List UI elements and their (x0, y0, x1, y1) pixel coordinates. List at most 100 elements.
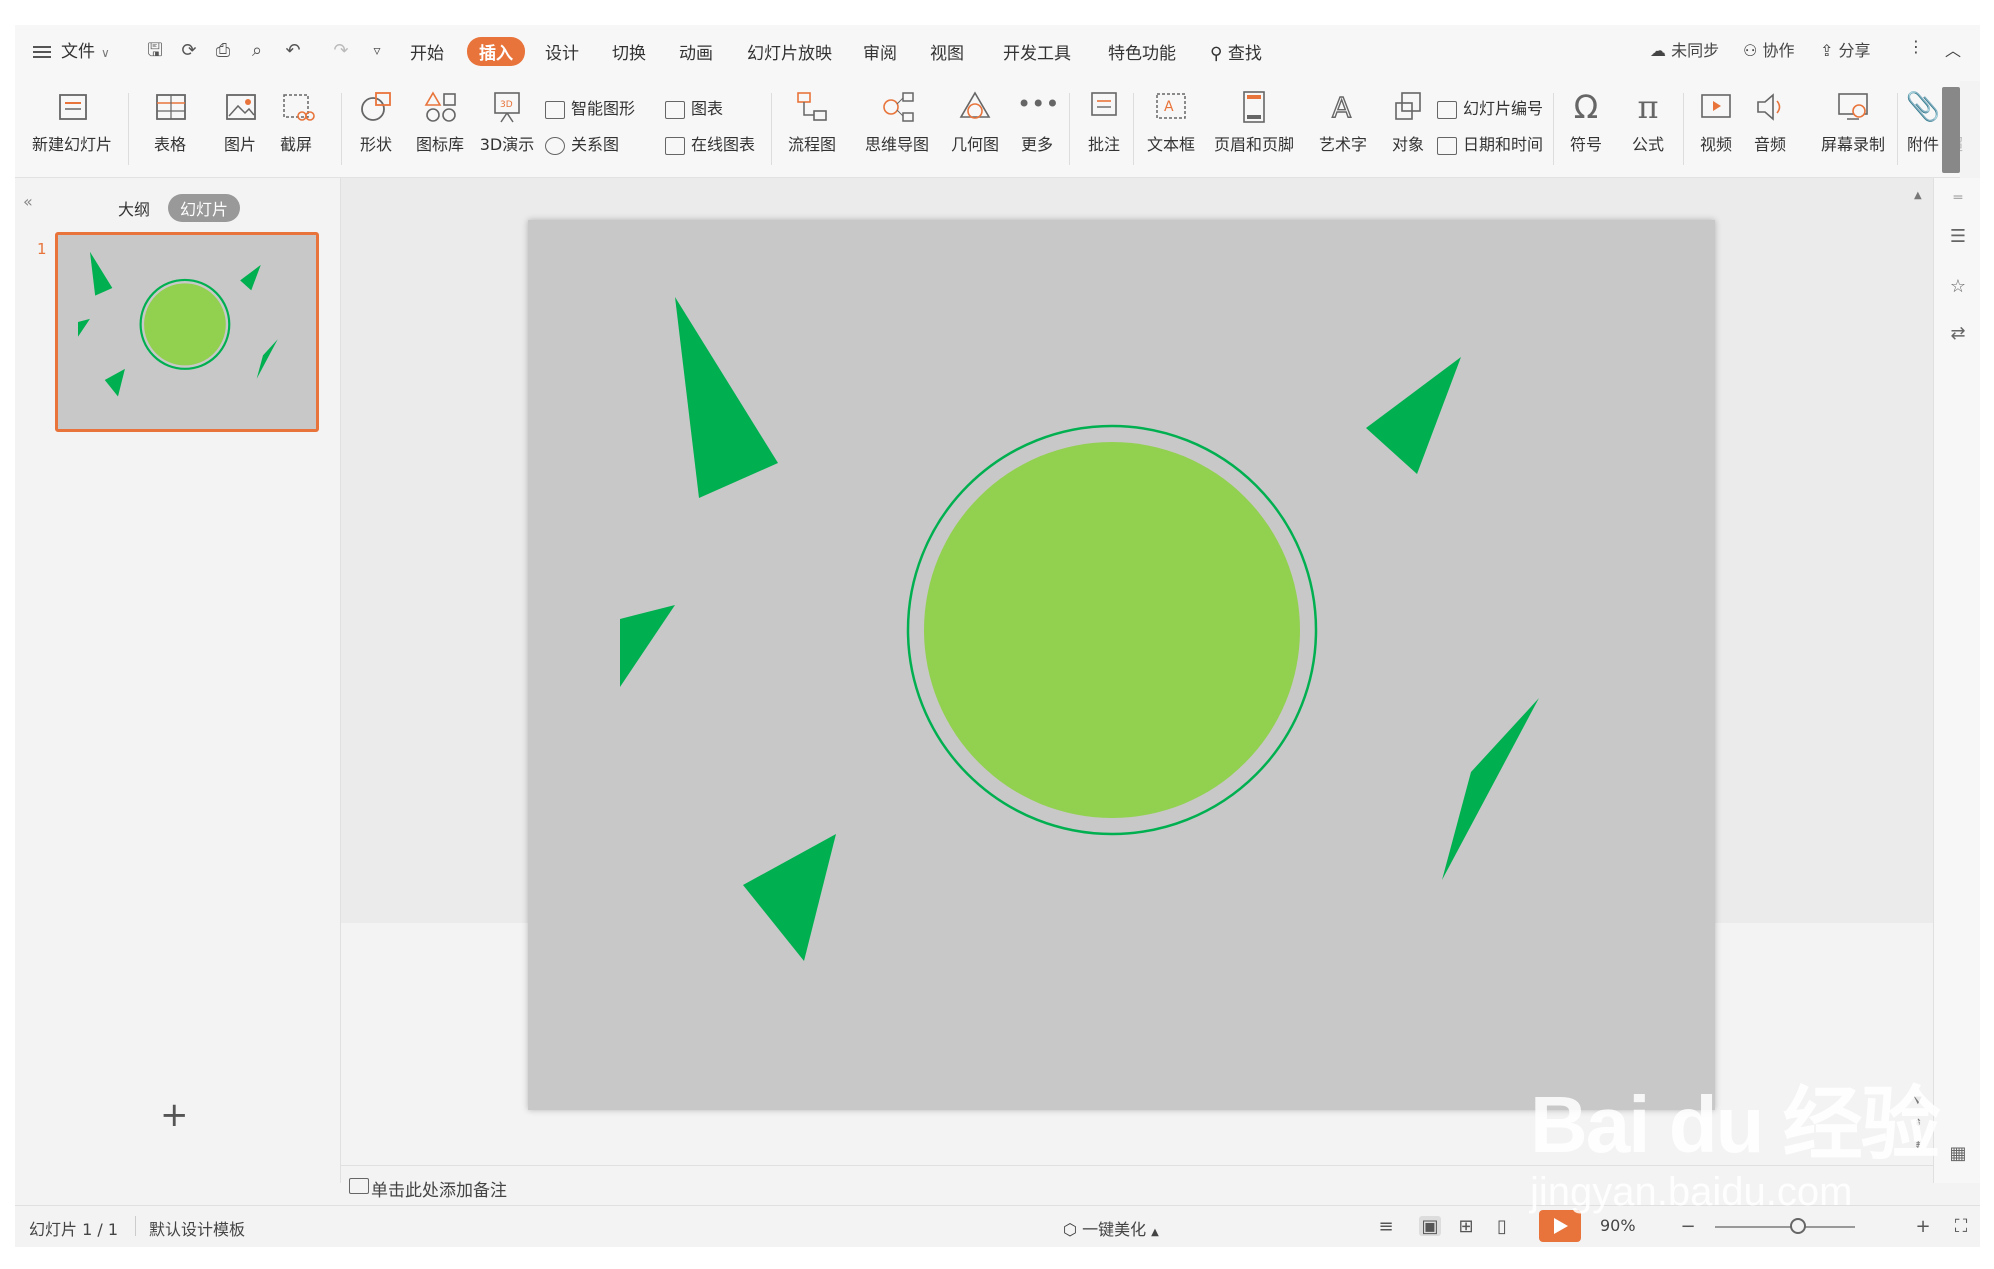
more-button[interactable]: ••• 更多 (1009, 89, 1065, 155)
smart-graphic-button[interactable]: 智能图形 (545, 95, 635, 119)
save-icon[interactable]: 🖫 (143, 39, 167, 63)
online-chart-button[interactable]: 在线图表 (665, 131, 755, 155)
translate-icon[interactable]: ⇄ (1947, 323, 1969, 344)
slide-thumbnail[interactable] (55, 232, 319, 432)
ribbon-divider (1897, 93, 1898, 165)
3d-demo-button[interactable]: 3D 3D演示 (475, 89, 539, 155)
symbol-button[interactable]: Ω 符号 (1561, 89, 1611, 155)
inner-green-circle[interactable] (924, 442, 1300, 818)
green-triangle-top-left[interactable] (675, 297, 778, 498)
audio-button[interactable]: 音频 (1745, 89, 1795, 155)
prev-slide-icon[interactable]: ⇞ (1914, 1118, 1922, 1129)
slide-number-icon (1437, 100, 1457, 119)
paperclip-icon: 📎 (1905, 90, 1941, 123)
tab-review[interactable]: 审阅 (863, 39, 897, 64)
settings-sliders-icon[interactable]: ☰ (1947, 226, 1969, 247)
zoom-out-icon[interactable]: − (1677, 1216, 1699, 1237)
comment-button[interactable]: 批注 (1079, 89, 1129, 155)
table-button[interactable]: 表格 (145, 89, 195, 155)
ribbon-divider (1133, 93, 1134, 165)
header-footer-button[interactable]: 页眉和页脚 (1211, 89, 1297, 155)
chart-button[interactable]: 图表 (665, 95, 723, 119)
tab-insert[interactable]: 插入 (467, 37, 525, 66)
slideshow-play-button[interactable] (1539, 1210, 1581, 1242)
object-button[interactable]: 对象 (1385, 89, 1431, 155)
zoom-level[interactable]: 90% (1600, 1216, 1636, 1235)
picture-label: 图片 (223, 135, 256, 154)
print-preview-icon[interactable]: ⌕ (245, 39, 269, 63)
geometry-button[interactable]: 几何图 (947, 89, 1003, 155)
add-slide-icon[interactable]: + (160, 1098, 189, 1132)
green-triangle-top-right[interactable] (1366, 357, 1461, 474)
search-button[interactable]: ⚲ 查找 (1210, 39, 1262, 64)
flowchart-button[interactable]: 流程图 (777, 89, 847, 155)
relation-button[interactable]: 关系图 (545, 131, 619, 155)
green-triangle-bottom-right[interactable] (1442, 698, 1539, 880)
reading-view-icon[interactable]: ▯ (1491, 1216, 1513, 1237)
undo-icon[interactable]: ↶ (281, 39, 305, 63)
tab-developer[interactable]: 开发工具 (1003, 39, 1071, 64)
online-chart-label: 在线图表 (691, 135, 756, 154)
template-name[interactable]: 默认设计模板 (149, 1216, 245, 1240)
tab-special[interactable]: 特色功能 (1108, 39, 1176, 64)
3d-demo-label: 3D演示 (479, 135, 535, 154)
tab-design[interactable]: 设计 (545, 39, 579, 64)
status-divider (135, 1216, 136, 1236)
zoom-slider-track[interactable] (1715, 1226, 1855, 1228)
zoom-in-icon[interactable]: + (1912, 1216, 1934, 1237)
tab-slides[interactable]: 幻灯片 (168, 194, 241, 222)
screenshot-button[interactable]: 截屏 (271, 89, 321, 155)
vertical-scrollbar[interactable]: ▲ ▼ ⇞ ⇟ (1908, 180, 1930, 1180)
redo-icon[interactable]: ↷ (329, 39, 353, 63)
zoom-slider-knob[interactable] (1790, 1218, 1806, 1234)
slide-number-button[interactable]: 幻灯片编号 (1437, 95, 1543, 119)
shape-label: 形状 (359, 135, 392, 154)
textbox-button[interactable]: A 文本框 (1139, 89, 1203, 155)
tab-outline[interactable]: 大纲 (118, 196, 150, 220)
grid-apps-icon[interactable]: ▦ (1947, 1143, 1969, 1164)
beautify-button[interactable]: ⬡ 一键美化 ▲ (1063, 1216, 1159, 1240)
ribbon-scroll-handle[interactable] (1942, 87, 1960, 173)
collab-button[interactable]: ⚇ 协作 (1743, 37, 1794, 61)
file-menu[interactable]: 文件 ∨ (33, 37, 110, 62)
tab-animation[interactable]: 动画 (679, 39, 713, 64)
green-triangle-bottom-left[interactable] (743, 834, 836, 961)
collapse-ribbon-icon[interactable]: ︿ (1945, 37, 1961, 61)
scroll-down-icon[interactable]: ▼ (1914, 1095, 1922, 1106)
wordart-button[interactable]: A 艺术字 (1311, 89, 1375, 155)
more-options-icon[interactable]: ⋮ (1908, 37, 1924, 56)
shape-button[interactable]: 形状 (349, 89, 403, 155)
screen-record-button[interactable]: 屏幕录制 (1815, 89, 1891, 155)
customize-quick-access-icon[interactable]: ▿ (365, 39, 389, 63)
fit-window-icon[interactable]: ⛶ (1950, 1216, 1972, 1237)
tab-home[interactable]: 开始 (410, 39, 444, 64)
icon-library-label: 图标库 (415, 135, 464, 154)
collapse-panel-icon[interactable]: « (23, 192, 33, 211)
print-icon[interactable]: ⎙ (211, 39, 235, 63)
formula-button[interactable]: π 公式 (1623, 89, 1673, 155)
mindmap-button[interactable]: 思维导图 (857, 89, 937, 155)
green-triangle-left[interactable] (620, 605, 675, 687)
slide-canvas[interactable] (528, 220, 1715, 1110)
attachment-button[interactable]: 📎 附件 (1903, 89, 1943, 155)
normal-view-icon[interactable]: ▣ (1419, 1216, 1441, 1237)
tab-view[interactable]: 视图 (930, 39, 964, 64)
format-painter-icon[interactable]: ⟳ (177, 39, 201, 63)
geometry-label: 几何图 (950, 135, 999, 154)
screen-record-icon (1833, 89, 1873, 125)
tab-transition[interactable]: 切换 (612, 39, 646, 64)
slide-sorter-icon[interactable]: ⊞ (1455, 1216, 1477, 1237)
sync-button[interactable]: ☁ 未同步 (1650, 37, 1719, 61)
star-magic-icon[interactable]: ☆ (1947, 276, 1969, 297)
share-button[interactable]: ⇪ 分享 (1820, 37, 1871, 61)
scroll-up-icon[interactable]: ▲ (1914, 190, 1922, 201)
new-slide-button[interactable]: 新建幻灯片 (27, 89, 117, 155)
next-slide-icon[interactable]: ⇟ (1914, 1140, 1922, 1151)
notes-toggle-icon[interactable]: ≡ (1375, 1216, 1397, 1237)
notes-area[interactable]: 单击此处添加备注 (341, 1165, 1933, 1206)
icon-library-button[interactable]: 图标库 (411, 89, 469, 155)
video-button[interactable]: 视频 (1691, 89, 1741, 155)
picture-button[interactable]: 图片 (215, 89, 265, 155)
tab-slideshow[interactable]: 幻灯片放映 (747, 39, 832, 64)
date-time-button[interactable]: 日期和时间 (1437, 131, 1543, 155)
